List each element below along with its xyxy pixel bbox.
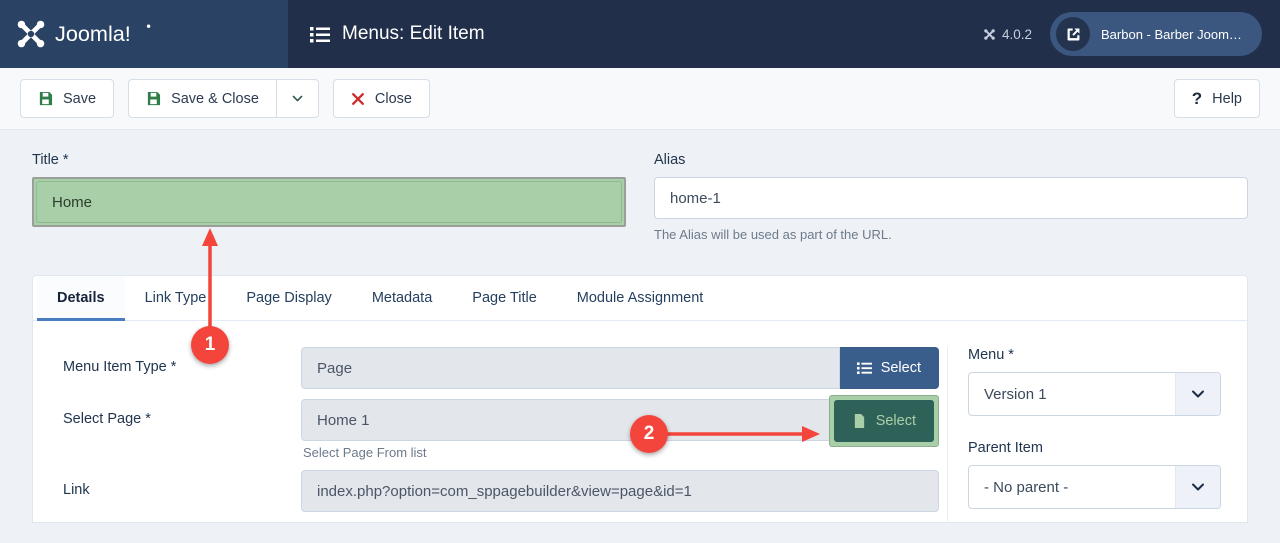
tab-page-title[interactable]: Page Title <box>452 276 557 321</box>
editor-toolbar: Save Save & Close Close ? Help <box>0 68 1280 130</box>
version-badge: 4.0.2 <box>983 27 1032 42</box>
tab-link-type[interactable]: Link Type <box>125 276 227 321</box>
file-icon <box>854 414 864 428</box>
tab-page-display[interactable]: Page Display <box>226 276 351 321</box>
version-number: 4.0.2 <box>1001 26 1032 42</box>
joomla-wordmark-icon: Joomla! <box>55 21 151 46</box>
tab-metadata[interactable]: Metadata <box>352 276 452 321</box>
details-side-column: Menu * Version 1 Parent Item - No parent… <box>947 347 1247 522</box>
select-page-hint: Select Page From list <box>303 445 427 460</box>
site-name-label: Barbon - Barber Joomla Templ... <box>1101 26 1244 42</box>
svg-text:Joomla!: Joomla! <box>55 21 131 46</box>
edit-item-tab-card: Details Link Type Page Display Metadata … <box>32 275 1248 523</box>
joomla-logo-icon <box>17 20 45 48</box>
link-label: Link <box>63 482 90 498</box>
menu-item-type-label: Menu Item Type * <box>63 359 177 375</box>
link-row: Link index.php?option=com_sppagebuilder&… <box>63 470 939 512</box>
page-title: Menus: Edit Item <box>342 23 485 44</box>
menu-select[interactable]: Version 1 <box>968 372 1221 416</box>
question-mark-icon: ? <box>1191 89 1203 108</box>
chevron-down-icon <box>292 95 303 102</box>
header-title-bar: Menus: Edit Item 4.0.2 Barbon - Barber J… <box>288 0 1280 68</box>
list-icon <box>310 26 330 42</box>
joomla-logo[interactable]: Joomla! <box>14 17 166 51</box>
details-main-column: Menu Item Type * Page Select Select Page… <box>33 347 939 522</box>
menu-item-type-value: Page <box>301 347 840 389</box>
x-mark-icon <box>351 92 364 105</box>
select-page-control: Home 1 Select Select Page From list <box>301 395 939 460</box>
select-page-select-label: Select <box>875 413 916 429</box>
menu-select-label: Menu * <box>968 347 1014 363</box>
tab-strip: Details Link Type Page Display Metadata … <box>33 276 1247 321</box>
help-button[interactable]: ? Help <box>1173 79 1260 118</box>
site-preview-button[interactable]: Barbon - Barber Joomla Templ... <box>1050 12 1262 56</box>
save-close-button[interactable]: Save & Close <box>128 79 276 118</box>
save-close-group: Save & Close <box>128 79 319 118</box>
parent-item-select-value: - No parent - <box>984 478 1069 496</box>
close-button-label: Close <box>374 90 412 107</box>
alias-label: Alias <box>654 152 686 168</box>
menu-item-type-select-label: Select <box>880 360 921 376</box>
save-button-label: Save <box>63 90 97 107</box>
menu-select-value: Version 1 <box>984 385 1047 403</box>
header-right-group: 4.0.2 Barbon - Barber Joomla Templ... <box>983 12 1262 56</box>
save-button[interactable]: Save <box>20 79 115 118</box>
select-page-select-highlight: Select <box>828 395 939 447</box>
select-page-select-button[interactable]: Select <box>833 400 934 442</box>
chevron-down-icon <box>1175 373 1220 415</box>
app-header: Joomla! Menus: Edit Item 4.0.2 Barbon - … <box>0 0 1280 68</box>
page-heading: Menus: Edit Item <box>310 23 485 45</box>
close-button[interactable]: Close <box>332 79 430 118</box>
save-options-dropdown-button[interactable] <box>275 79 319 118</box>
tab-details[interactable]: Details <box>37 276 125 321</box>
title-label: Title * <box>32 152 69 168</box>
link-control: index.php?option=com_sppagebuilder&view=… <box>301 470 939 512</box>
chevron-down-icon <box>1175 466 1220 508</box>
tab-panel-details: Menu Item Type * Page Select Select Page… <box>33 321 1247 522</box>
menu-item-type-select-button[interactable]: Select <box>839 347 939 389</box>
save-close-button-label: Save & Close <box>171 90 259 107</box>
select-page-row: Select Page * Home 1 Select Select Page … <box>63 395 939 460</box>
tab-module-assignment[interactable]: Module Assignment <box>557 276 724 321</box>
joomla-mark-icon <box>984 28 995 40</box>
floppy-disk-icon <box>147 91 161 106</box>
menu-item-type-row: Menu Item Type * Page Select <box>63 347 939 389</box>
brand-area[interactable]: Joomla! <box>0 0 288 68</box>
alias-input[interactable] <box>654 177 1248 219</box>
parent-item-label: Parent Item <box>968 440 1043 456</box>
menu-item-type-control: Page Select <box>301 347 939 389</box>
title-alias-row: Title * Alias The Alias will be used as … <box>32 152 1248 242</box>
title-field-highlight <box>32 177 626 227</box>
external-link-icon <box>1056 17 1090 51</box>
link-value: index.php?option=com_sppagebuilder&view=… <box>301 470 939 512</box>
menu-item-type-input-group: Page Select <box>301 347 939 389</box>
title-field-group: Title * <box>32 152 626 242</box>
list-icon <box>856 362 872 374</box>
help-button-label: Help <box>1212 90 1242 107</box>
parent-item-select[interactable]: - No parent - <box>968 465 1221 509</box>
select-page-label: Select Page * <box>63 411 151 427</box>
floppy-disk-icon <box>39 91 53 106</box>
alias-field-group: Alias The Alias will be used as part of … <box>654 152 1248 242</box>
page-body: Title * Alias The Alias will be used as … <box>0 130 1280 523</box>
alias-hint: The Alias will be used as part of the UR… <box>654 227 892 242</box>
title-input[interactable] <box>36 181 622 223</box>
